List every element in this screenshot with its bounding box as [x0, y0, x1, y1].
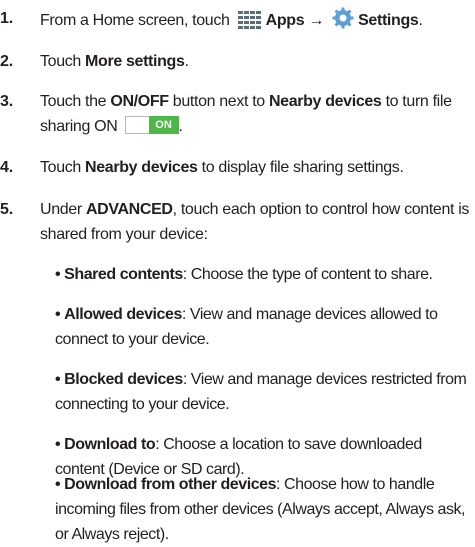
gear-icon — [331, 6, 355, 38]
step-3: 3. Touch the ON/OFF button next to Nearb… — [0, 89, 470, 139]
nearby-devices-label: Nearby devices — [268, 93, 382, 110]
option-item: • Download from other devices: Choose how… — [55, 472, 470, 547]
step-1: 1. From a Home screen, touch Apps → Sett… — [0, 6, 470, 38]
step-text: Touch the — [40, 93, 111, 110]
step-number: 5. — [0, 201, 13, 218]
on-toggle-switch: ON — [124, 116, 179, 134]
option-description: : Choose the type of content to share. — [182, 266, 433, 283]
nearby-devices-label: Nearby devices — [85, 159, 198, 176]
option-label: Shared contents — [64, 266, 183, 283]
step-text: From a Home screen, touch — [40, 12, 234, 29]
step-text-end: . — [178, 118, 183, 135]
settings-label: Settings — [358, 12, 419, 29]
step-text: Under — [40, 201, 86, 218]
bullet-mark: • — [55, 436, 61, 453]
bullet-mark: • — [55, 476, 61, 493]
option-item: • Blocked devices: View and manage device… — [55, 367, 470, 417]
option-label: Blocked devices — [64, 371, 183, 388]
step-text: Touch — [40, 159, 86, 176]
more-settings-label: More settings — [85, 53, 185, 70]
step-4: 4. Touch Nearby devices to display file … — [0, 155, 470, 180]
bullet-mark: • — [55, 371, 61, 388]
on-off-label: ON/OFF — [110, 93, 169, 110]
step-text-end: . — [418, 12, 423, 29]
option-item: • Allowed devices: View and manage device… — [55, 302, 470, 352]
step-text-end: . — [184, 53, 189, 70]
step-5: 5. Under ADVANCED, touch each option to … — [0, 197, 470, 247]
bullet-mark: • — [55, 306, 61, 323]
toggle-on-label: ON — [148, 116, 179, 134]
apps-label: Apps — [265, 12, 305, 29]
step-number: 4. — [0, 159, 13, 176]
option-label: Download from other devices — [64, 476, 277, 493]
instructions-document: 1. From a Home screen, touch Apps → Sett… — [0, 0, 475, 546]
step-text: button next to — [168, 93, 269, 110]
apps-grid-icon — [237, 10, 263, 38]
option-label: Allowed devices — [64, 306, 182, 323]
step-number: 2. — [0, 53, 13, 70]
option-item: • Shared contents: Choose the type of con… — [55, 262, 470, 287]
option-label: Download to — [64, 436, 156, 453]
arrow-separator: → — [304, 12, 329, 29]
step-text: to display file sharing settings. — [197, 159, 404, 176]
step-number: 1. — [0, 10, 13, 27]
step-number: 3. — [0, 93, 13, 110]
advanced-label: ADVANCED — [85, 201, 173, 218]
bullet-mark: • — [55, 266, 61, 283]
step-text: Touch — [40, 53, 86, 70]
step-2: 2. Touch More settings. — [0, 49, 470, 74]
toggle-off-segment — [124, 116, 149, 134]
